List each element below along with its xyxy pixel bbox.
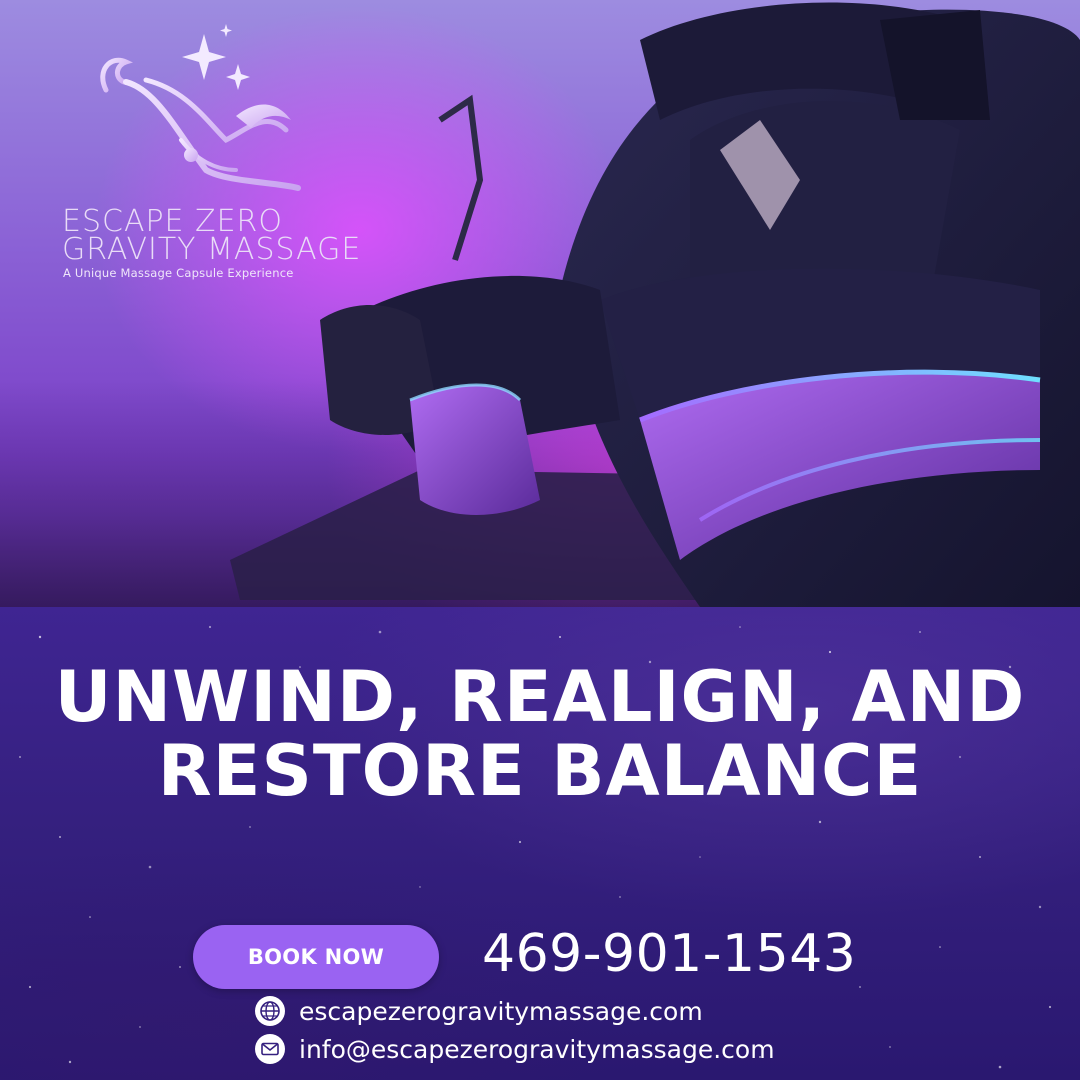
- headline-line2: RESTORE BALANCE: [157, 730, 923, 812]
- mail-icon: [255, 1034, 285, 1064]
- email-row[interactable]: info@escapezerogravitymassage.com: [255, 1034, 775, 1064]
- email-link[interactable]: info@escapezerogravitymassage.com: [299, 1035, 775, 1064]
- phone-number[interactable]: 469-901-1543: [482, 924, 856, 984]
- brand-name-line2: GRAVITY MASSAGE: [62, 232, 362, 267]
- website-link[interactable]: escapezerogravitymassage.com: [299, 997, 703, 1026]
- globe-icon: [255, 996, 285, 1026]
- headline-line1: UNWIND, REALIGN, AND: [54, 656, 1026, 738]
- brand-tagline: A Unique Massage Capsule Experience: [63, 266, 294, 280]
- massage-chair-photo: ESCAPE ZERO GRAVITY MASSAGE A Unique Mas…: [0, 0, 1080, 607]
- book-now-button[interactable]: BOOK NOW: [193, 925, 439, 989]
- website-row[interactable]: escapezerogravitymassage.com: [255, 996, 703, 1026]
- promo-card: ESCAPE ZERO GRAVITY MASSAGE A Unique Mas…: [0, 0, 1080, 1080]
- headline: UNWIND, REALIGN, AND RESTORE BALANCE: [0, 660, 1080, 808]
- brand-logo-mark: [100, 24, 304, 193]
